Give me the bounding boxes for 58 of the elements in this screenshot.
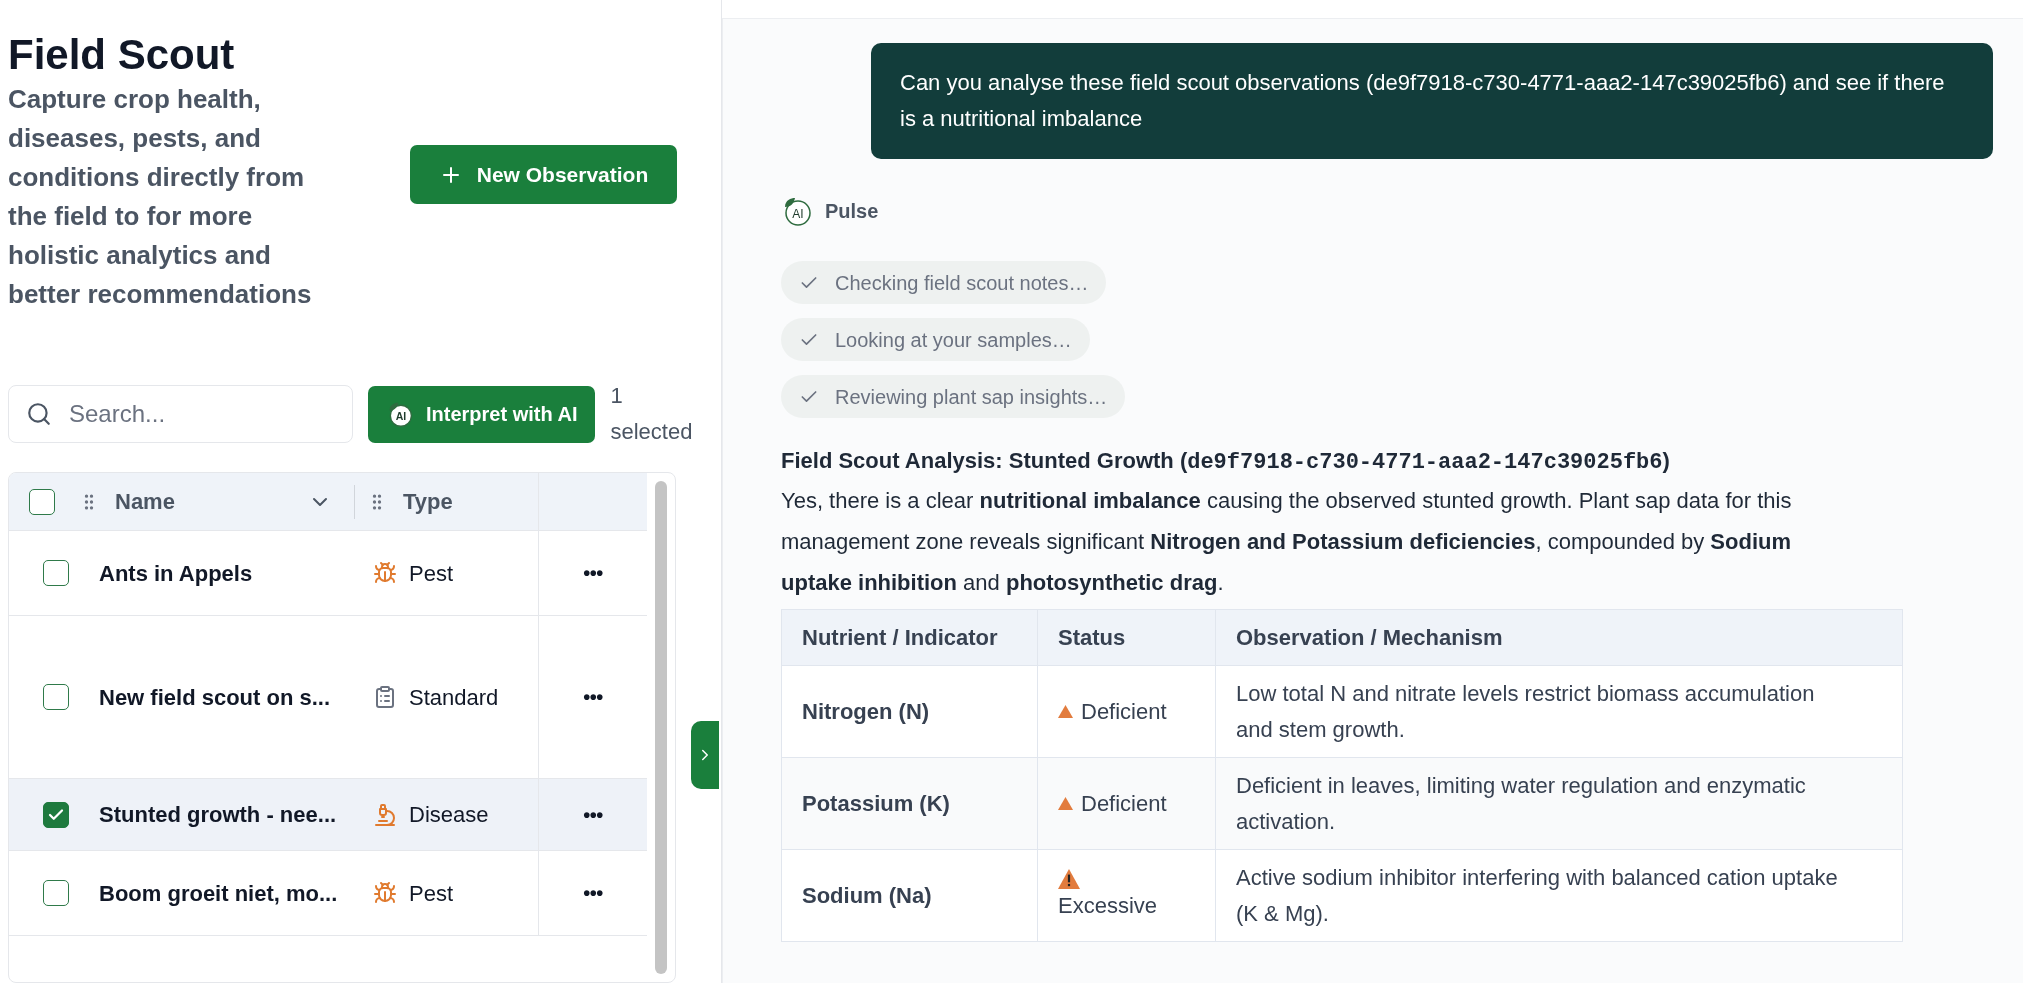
more-actions-button[interactable]: ••• [583,883,603,903]
microscope-icon [373,802,397,827]
search-icon [26,401,52,427]
status-label: Deficient [1081,698,1167,726]
page-title: Field Scout [8,30,236,80]
table-cell-text: Ants in Appels [98,559,254,588]
clipboard-icon [373,685,397,709]
table-row[interactable]: New field scout on s... Standard ••• [9,616,647,779]
column-header: Nutrient / Indicator [781,609,1038,666]
table-row[interactable]: Ants in Appels Pest ••• [9,531,647,616]
table-cell-text: Pest [409,879,454,908]
status-label: Deficient [1081,790,1167,818]
scrollbar[interactable] [655,481,667,974]
column-header[interactable]: Name [115,485,175,518]
column-header[interactable]: Type [403,485,453,518]
table-row[interactable]: Boom groeit niet, mo... Pest ••• [9,851,647,936]
progress-step: Reviewing plant sap insights… [781,375,1126,418]
checkbox[interactable] [43,560,69,586]
table-cell: Nitrogen (N) [781,665,1038,758]
bug-icon [373,881,397,905]
new-observation-button[interactable]: New Observation [410,145,677,204]
more-actions-button[interactable]: ••• [583,563,603,583]
interpret-ai-button[interactable]: AI Interpret with AI [368,385,596,443]
table-cell-text: Standard [409,683,499,712]
table-cell-text: Disease [409,801,489,829]
more-actions-button[interactable]: ••• [583,687,603,707]
table-cell: Active sodium inhibitor interfering with balanced cation uptake (K & Mg). [1215,849,1903,942]
table-cell-text: Pest [409,559,454,588]
triangle-icon [1058,797,1073,810]
table-cell: Deficient in leaves, limiting water regulation and enzymatic activation. [1215,757,1903,850]
table-cell-text: Stunted growth - nee... [98,801,338,829]
warning-icon [1058,869,1080,889]
table-cell-text: Boom groeit niet, mo... [98,879,339,908]
column-header: Status [1037,609,1216,666]
checkbox[interactable] [29,488,55,515]
selection-count: 1 selected [610,382,694,446]
table-row[interactable]: Stunted growth - nee... Disease ••• [9,779,647,851]
table-cell: Potassium (K) [781,757,1038,850]
analysis-heading: Field Scout Analysis: Stunted Growth (de9f7918-c730-4771-aaa2-147c39025fb6) [781,447,1671,477]
table-cell: Low total N and nitrate levels restrict biomass accumulation and stem growth. [1215,665,1903,758]
progress-step: Looking at your samples… [781,318,1090,361]
assistant-name: Pulse [825,199,879,224]
search-field[interactable]: Search... [8,385,353,443]
progress-step: Checking field scout notes… [781,261,1107,304]
more-actions-button[interactable]: ••• [583,804,603,825]
page-description: Capture crop health, diseases, pests, and conditions directly from the field to for more holistic analytics and better recommendations [8,83,313,311]
user-message: Can you analyse these field scout observations (de9f7918-c730-4771-aaa2-147c39025fb6) and see if there is a nutritional imbalance [871,43,1993,159]
status-label: Excessive [1058,892,1158,920]
checkbox[interactable] [43,880,69,906]
table-cell: Sodium (Na) [781,849,1038,942]
expand-panel-button[interactable] [691,721,719,789]
column-header: Observation / Mechanism [1215,609,1903,666]
checkbox[interactable] [43,684,69,710]
triangle-icon [1058,705,1073,718]
bug-icon [373,561,397,585]
table-cell-text: New field scout on s... [98,683,332,712]
checkbox[interactable] [43,801,69,828]
analysis-paragraph: Yes, there is a clear nutritional imbalance causing the observed stunted growth. Plant sap data for this management zone reveals significant Nitrogen and Potassium deficiencies, compounded by Sodium uptake inhibition and photosynthetic drag. [781,487,1793,597]
